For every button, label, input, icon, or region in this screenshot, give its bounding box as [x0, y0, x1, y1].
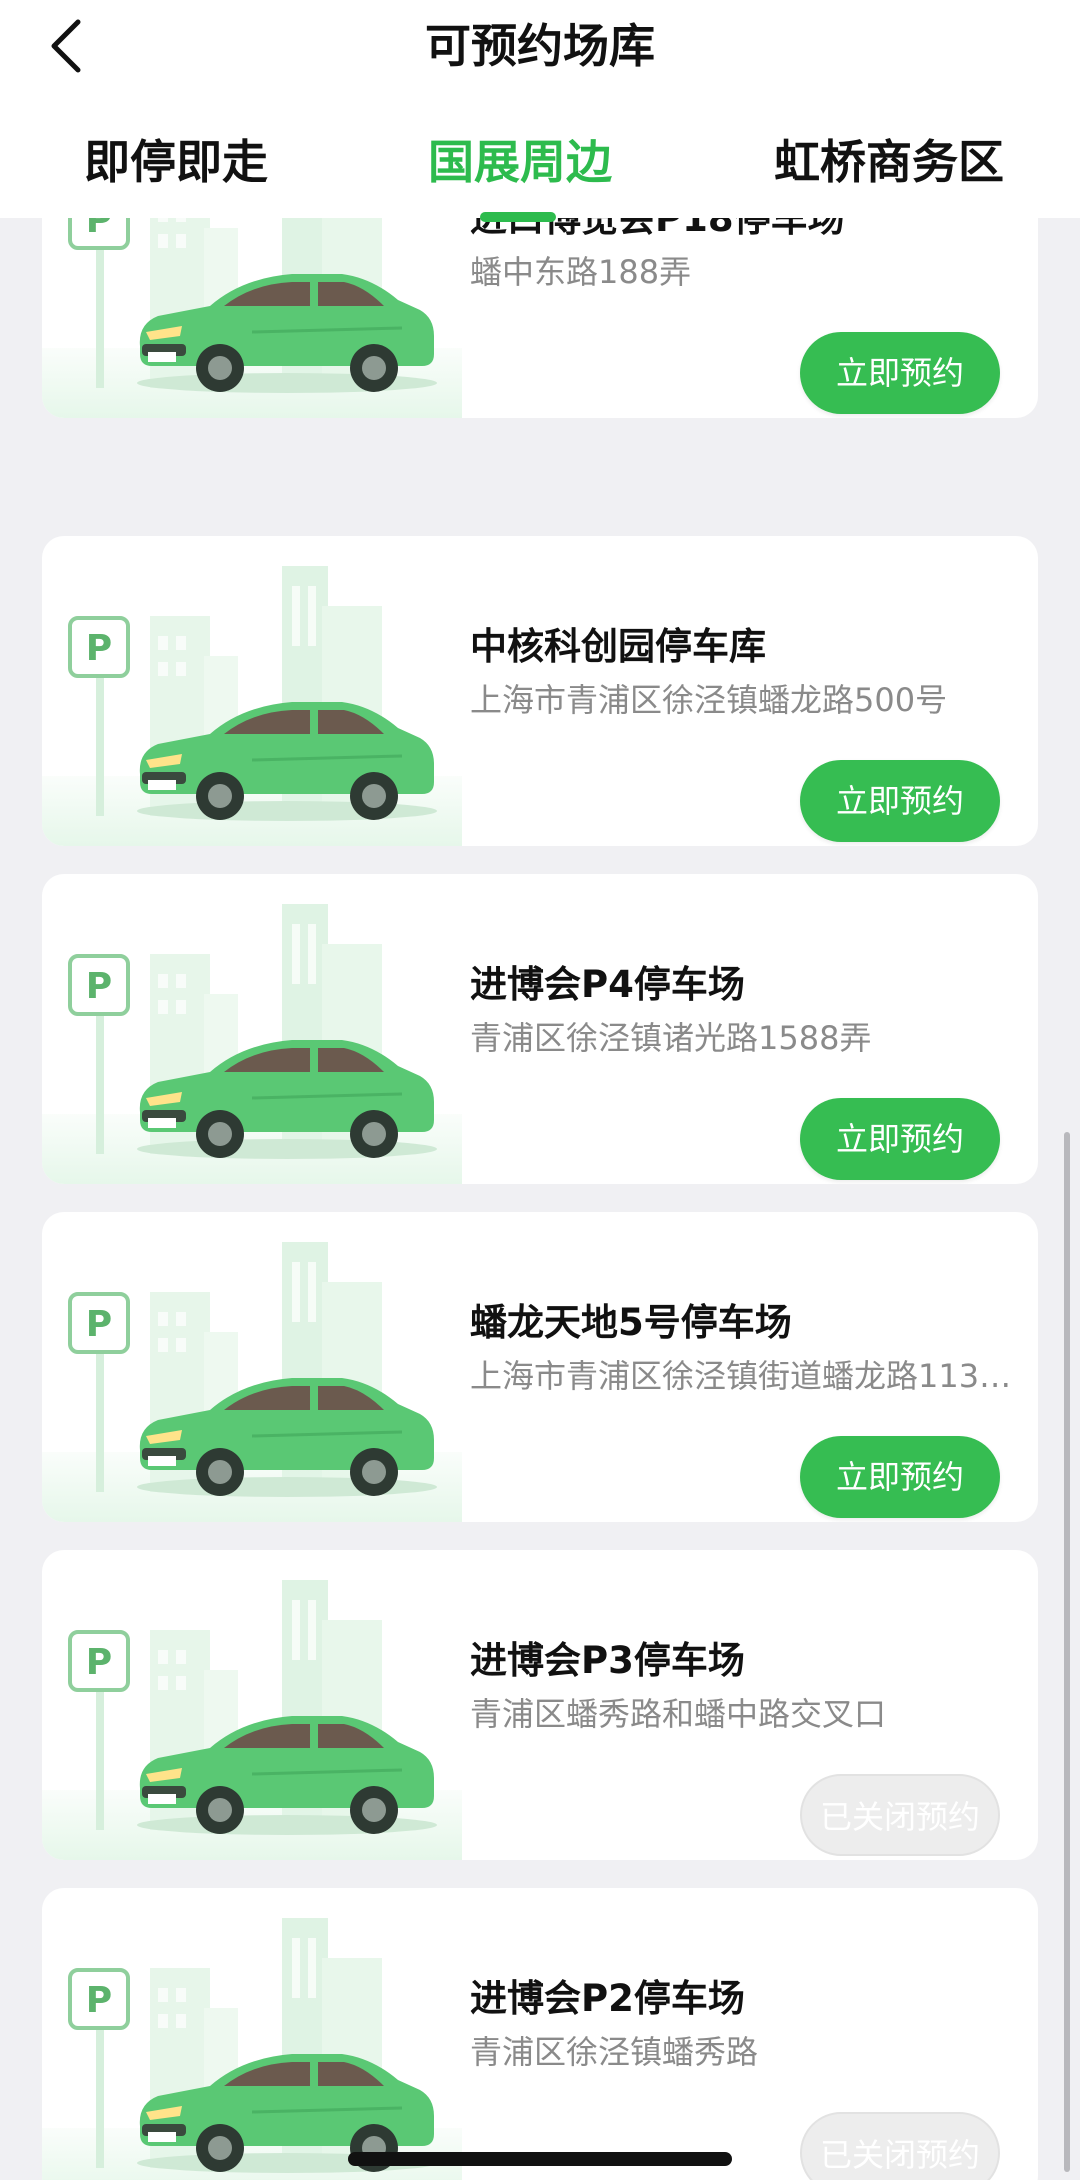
lot-address: 蟠中东路188弄 [470, 253, 692, 291]
reserve-button[interactable]: 立即预约 [800, 332, 1000, 414]
lot-name: 进博会P4停车场 [470, 963, 745, 1006]
parking-car-illustration: P [42, 566, 462, 846]
parking-illustration: P [42, 556, 462, 846]
scrollbar[interactable] [1064, 1132, 1070, 2172]
svg-text:P: P [86, 628, 112, 669]
svg-text:P: P [86, 1980, 112, 2021]
home-indicator[interactable] [348, 2152, 732, 2166]
lot-address: 上海市青浦区徐泾镇蟠龙路500号 [470, 681, 948, 719]
parking-car-illustration: P [42, 1242, 462, 1522]
parking-card[interactable]: P 进博会P2停车场 青浦区徐泾镇蟠秀路 已关闭预约 [42, 1888, 1038, 2180]
page-title: 可预约场库 [425, 19, 655, 73]
svg-text:P: P [86, 1642, 112, 1683]
tab-guozhanzhoubian[interactable]: 国展周边 [428, 120, 612, 204]
reserve-button[interactable]: 立即预约 [800, 760, 1000, 842]
tab-jitingjizou[interactable]: 即停即走 [84, 120, 268, 204]
parking-card[interactable]: P 中核科创园停车库 上海市青浦区徐泾镇蟠龙路500号 立即预约 [42, 536, 1038, 846]
parking-card[interactable]: P 蟠龙天地5号停车场 上海市青浦区徐泾镇街道蟠龙路113… 立即预约 [42, 1212, 1038, 1522]
parking-card[interactable]: P 进博会P4停车场 青浦区徐泾镇诸光路1588弄 立即预约 [42, 874, 1038, 1184]
reservation-closed-button: 已关闭预约 [800, 2112, 1000, 2180]
parking-illustration: P [42, 1570, 462, 1860]
parking-car-illustration: P [42, 1918, 462, 2180]
reserve-button[interactable]: 立即预约 [800, 1436, 1000, 1518]
active-tab-indicator [480, 212, 556, 222]
lot-address: 青浦区徐泾镇诸光路1588弄 [470, 1019, 872, 1057]
parking-car-illustration: P [42, 1580, 462, 1860]
tab-bar: 即停即走 国展周边 虹桥商务区 [0, 120, 1080, 222]
parking-illustration: P [42, 1908, 462, 2180]
lot-address: 上海市青浦区徐泾镇街道蟠龙路113… [470, 1357, 1012, 1395]
parking-car-illustration: P [42, 904, 462, 1184]
header: 可预约场库 即停即走 国展周边 虹桥商务区 [0, 0, 1080, 222]
parking-card[interactable]: P 进博会P3停车场 青浦区蟠秀路和蟠中路交叉口 已关闭预约 [42, 1550, 1038, 1860]
tab-hongqiao[interactable]: 虹桥商务区 [774, 120, 1004, 204]
reserve-button[interactable]: 立即预约 [800, 1098, 1000, 1180]
svg-text:P: P [86, 1304, 112, 1345]
parking-illustration: P [42, 1232, 462, 1522]
lot-address: 青浦区蟠秀路和蟠中路交叉口 [470, 1695, 887, 1733]
lot-name: 进博会P3停车场 [470, 1639, 745, 1682]
lot-name: 中核科创园停车库 [470, 625, 766, 668]
lot-address: 青浦区徐泾镇蟠秀路 [470, 2033, 759, 2071]
lot-name: 进博会P2停车场 [470, 1977, 745, 2020]
reservation-closed-button: 已关闭预约 [800, 1774, 1000, 1856]
lot-name: 蟠龙天地5号停车场 [470, 1301, 792, 1344]
svg-text:P: P [86, 966, 112, 1007]
parking-illustration: P [42, 894, 462, 1184]
